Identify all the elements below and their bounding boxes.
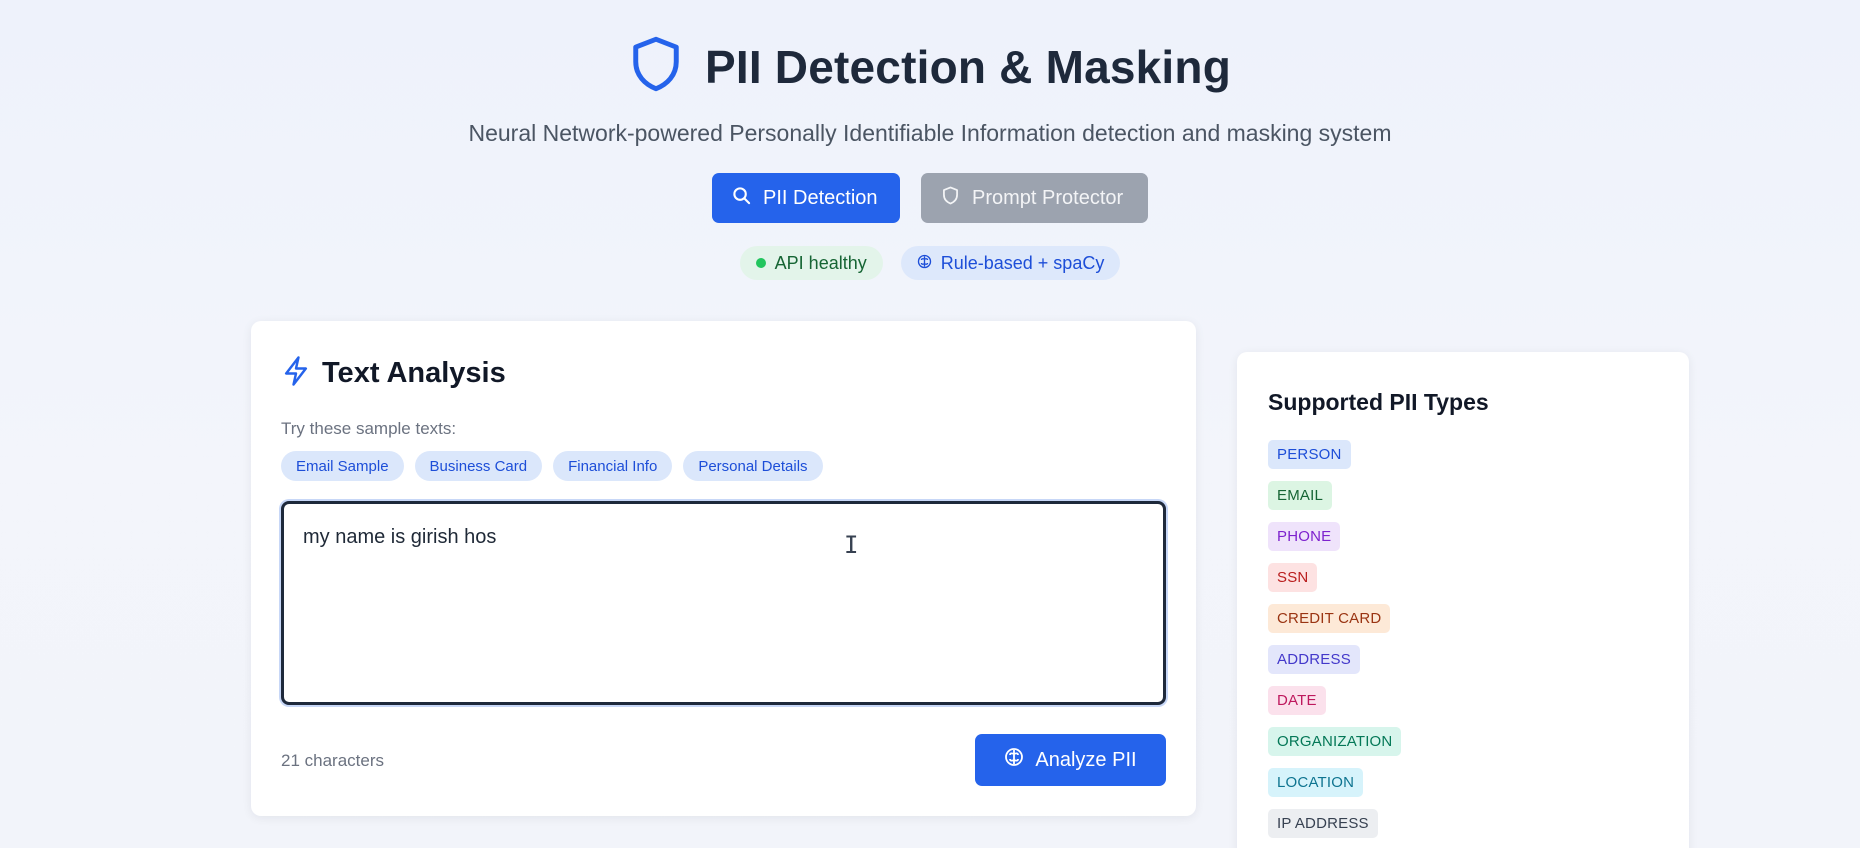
pii-type-item: PHONE xyxy=(1268,522,1401,563)
pii-type-badge: ADDRESS xyxy=(1268,645,1360,674)
search-icon xyxy=(732,186,751,211)
pii-type-item: IP ADDRESS xyxy=(1268,809,1401,848)
pii-type-badge: LOCATION xyxy=(1268,768,1364,797)
pii-type-badge: CREDIT CARD xyxy=(1268,604,1391,633)
pii-type-badge: PERSON xyxy=(1268,440,1351,469)
text-input[interactable] xyxy=(281,501,1166,705)
pii-type-item: ADDRESS xyxy=(1268,645,1401,686)
pii-type-item: SSN xyxy=(1268,563,1401,604)
supported-pii-types-title: Supported PII Types xyxy=(1268,389,1489,415)
pii-type-list: PERSON EMAIL PHONE SSN CREDIT CARD ADDRESS DAT… xyxy=(1268,440,1402,848)
pii-type-item: CREDIT CARD xyxy=(1268,604,1401,645)
page-title: PII Detection & Masking xyxy=(704,40,1232,93)
sample-texts: Email Sample Business Card Financial Inf… xyxy=(281,451,823,481)
sample-personal-details-button[interactable]: Personal Details xyxy=(683,451,823,481)
sample-email-button[interactable]: Email Sample xyxy=(281,451,404,481)
pii-type-badge: EMAIL xyxy=(1268,481,1333,510)
pii-type-item: EMAIL xyxy=(1268,481,1401,522)
page-header: PII Detection & Masking xyxy=(0,34,1860,99)
character-count: 21 characters xyxy=(281,751,384,770)
api-status-badge: API healthy xyxy=(739,246,883,280)
pii-type-item: ORGANIZATION xyxy=(1268,727,1402,768)
prompt-protector-label: Prompt Protector xyxy=(972,186,1124,209)
status-dot-icon xyxy=(755,258,766,268)
pii-type-item: DATE xyxy=(1268,686,1401,727)
text-analysis-card: Text Analysis Try these sample texts: Em… xyxy=(251,321,1196,816)
brain-icon xyxy=(1004,747,1024,773)
brain-icon xyxy=(917,253,932,274)
mode-switch: PII Detection Prompt Protector xyxy=(0,173,1860,223)
pii-type-badge: SSN xyxy=(1268,563,1318,592)
supported-pii-types-card: Supported PII Types PERSON EMAIL PHONE SSN C… xyxy=(1237,352,1689,848)
sample-financial-info-button[interactable]: Financial Info xyxy=(553,451,673,481)
engine-badge: Rule-based + spaCy xyxy=(900,246,1121,280)
analyze-pii-button[interactable]: Analyze PII xyxy=(975,734,1166,786)
pii-detection-label: PII Detection xyxy=(763,186,878,209)
text-analysis-header: Text Analysis xyxy=(281,355,506,392)
api-status-label: API healthy xyxy=(774,252,867,273)
shield-icon xyxy=(941,186,960,211)
pii-type-item: LOCATION xyxy=(1268,768,1401,809)
pii-detection-button[interactable]: PII Detection xyxy=(712,173,900,223)
page-subtitle: Neural Network-powered Personally Identi… xyxy=(468,120,1392,146)
sample-business-card-button[interactable]: Business Card xyxy=(414,451,543,481)
text-analysis-title: Text Analysis xyxy=(322,357,506,389)
shield-icon xyxy=(629,34,683,99)
pii-type-badge: IP ADDRESS xyxy=(1268,809,1378,838)
analyze-pii-label: Analyze PII xyxy=(1035,748,1137,771)
status-bar: API healthy Rule-based + spaCy xyxy=(0,246,1860,280)
prompt-protector-button[interactable]: Prompt Protector xyxy=(921,173,1148,223)
sample-texts-label: Try these sample texts: xyxy=(281,419,457,438)
lightning-icon xyxy=(281,355,311,392)
pii-type-badge: DATE xyxy=(1268,686,1326,715)
pii-type-badge: PHONE xyxy=(1268,522,1341,551)
engine-label: Rule-based + spaCy xyxy=(940,252,1105,273)
text-cursor-icon: I xyxy=(844,531,859,559)
pii-type-badge: ORGANIZATION xyxy=(1268,727,1402,756)
pii-type-item: PERSON xyxy=(1268,440,1401,481)
